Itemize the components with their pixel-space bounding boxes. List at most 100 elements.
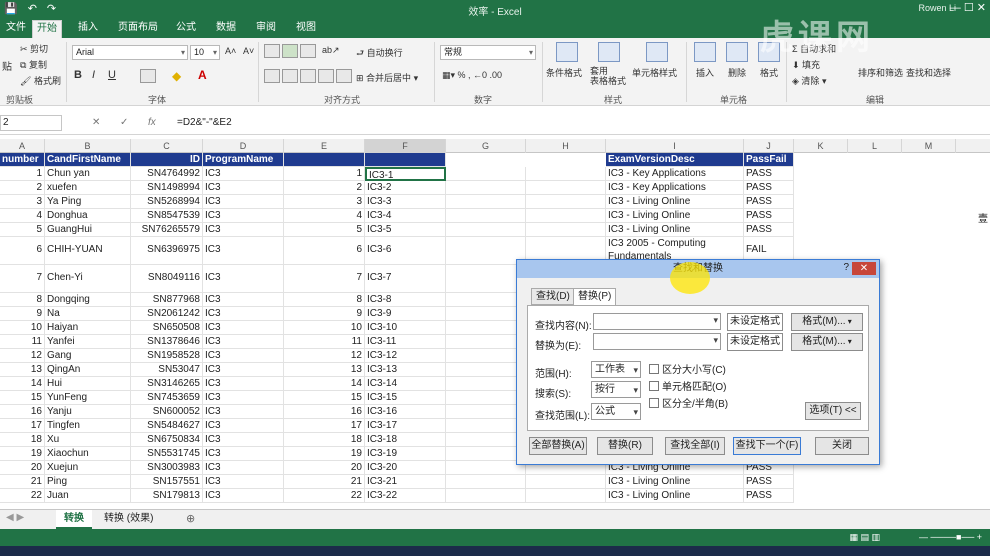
- table-cell[interactable]: 5: [0, 223, 45, 237]
- font-name-select[interactable]: Arial: [72, 45, 188, 60]
- table-cell[interactable]: PASS: [744, 475, 794, 489]
- table-cell[interactable]: [446, 475, 526, 489]
- table-format-icon[interactable]: [598, 42, 620, 62]
- table-cell[interactable]: PASS: [744, 223, 794, 237]
- tab-find[interactable]: 查找(D): [531, 288, 575, 305]
- table-cell[interactable]: SN76265579: [131, 223, 203, 237]
- options-button[interactable]: 选项(T) <<: [805, 402, 861, 420]
- match-case-checkbox[interactable]: 区分大小写(C): [649, 361, 726, 376]
- table-cell[interactable]: IC3-22: [365, 489, 446, 503]
- table-cell[interactable]: [526, 181, 606, 195]
- underline-button[interactable]: U: [108, 69, 116, 81]
- table-cell[interactable]: SN8547539: [131, 209, 203, 223]
- table-cell[interactable]: GuangHui: [45, 223, 131, 237]
- align-center-icon[interactable]: [282, 69, 298, 83]
- column-header[interactable]: L: [848, 139, 902, 153]
- function-icon[interactable]: fx: [148, 117, 156, 128]
- table-cell[interactable]: IC3-6: [365, 237, 446, 265]
- formula-input[interactable]: =D2&"-"&E2: [177, 117, 232, 128]
- tab-view[interactable]: 视图: [292, 20, 320, 38]
- table-cell[interactable]: SN8049116: [131, 265, 203, 293]
- column-header[interactable]: I: [606, 139, 744, 153]
- table-cell[interactable]: [446, 237, 526, 265]
- table-cell[interactable]: Yanju: [45, 405, 131, 419]
- cell-styles-button[interactable]: 单元格样式: [632, 66, 677, 79]
- table-cell[interactable]: Chun yan: [45, 167, 131, 181]
- table-cell[interactable]: IC3-1: [365, 167, 446, 181]
- table-cell[interactable]: IC3-8: [365, 293, 446, 307]
- table-cell[interactable]: 1: [0, 167, 45, 181]
- table-cell[interactable]: SN6396975: [131, 237, 203, 265]
- table-cell[interactable]: IC3-2: [365, 181, 446, 195]
- table-cell[interactable]: [446, 447, 526, 461]
- sheet-tab[interactable]: 转换 (效果): [96, 510, 161, 529]
- table-cell[interactable]: 18: [0, 433, 45, 447]
- table-cell[interactable]: 21: [284, 475, 365, 489]
- tab-file[interactable]: 文件: [2, 20, 30, 38]
- table-cell[interactable]: 20: [0, 461, 45, 475]
- table-cell[interactable]: IC3: [203, 195, 284, 209]
- table-cell[interactable]: Ya Ping: [45, 195, 131, 209]
- table-cell[interactable]: Xiaochun: [45, 447, 131, 461]
- column-header[interactable]: G: [446, 139, 526, 153]
- number-format-icons[interactable]: ▦▾ % , ←0 .00: [442, 70, 502, 81]
- table-cell[interactable]: 11: [284, 335, 365, 349]
- table-cell[interactable]: SN5484627: [131, 419, 203, 433]
- table-cell[interactable]: 9: [0, 307, 45, 321]
- table-cell[interactable]: IC3: [203, 223, 284, 237]
- table-cell[interactable]: 19: [284, 447, 365, 461]
- orientation-icon[interactable]: ab↗: [322, 45, 340, 56]
- table-cell[interactable]: IC3 - Key Applications: [606, 181, 744, 195]
- table-cell[interactable]: 13: [284, 363, 365, 377]
- table-cell[interactable]: Gang: [45, 349, 131, 363]
- insert-cells-button[interactable]: 插入: [696, 66, 714, 79]
- column-header[interactable]: C: [131, 139, 203, 153]
- table-cell[interactable]: [446, 321, 526, 335]
- table-cell[interactable]: PASS: [744, 489, 794, 503]
- header-cell[interactable]: ID: [131, 153, 203, 167]
- font-shrink-button[interactable]: A˅: [243, 46, 254, 56]
- tab-formulas[interactable]: 公式: [172, 20, 200, 38]
- conditional-format-icon[interactable]: [556, 42, 578, 62]
- table-cell[interactable]: [446, 391, 526, 405]
- cell-styles-icon[interactable]: [646, 42, 668, 62]
- zoom-slider-icon[interactable]: — ────■── +: [919, 532, 982, 542]
- table-cell[interactable]: IC3: [203, 335, 284, 349]
- table-cell[interactable]: IC3 - Living Online: [606, 475, 744, 489]
- table-cell[interactable]: IC3-4: [365, 209, 446, 223]
- table-cell[interactable]: [446, 265, 526, 293]
- fill-color-icon[interactable]: ◆: [172, 69, 181, 83]
- table-cell[interactable]: [446, 209, 526, 223]
- table-cell[interactable]: 2: [284, 181, 365, 195]
- table-cell[interactable]: SN1378646: [131, 335, 203, 349]
- find-what-input[interactable]: [593, 313, 721, 330]
- table-cell[interactable]: 3: [284, 195, 365, 209]
- align-top-icon[interactable]: [264, 44, 280, 58]
- replace-with-input[interactable]: [593, 333, 721, 350]
- table-cell[interactable]: 20: [284, 461, 365, 475]
- sheet-tab[interactable]: 转换: [56, 510, 92, 529]
- table-cell[interactable]: IC3: [203, 363, 284, 377]
- table-cell[interactable]: [446, 433, 526, 447]
- enter-icon[interactable]: ✓: [120, 117, 128, 128]
- table-cell[interactable]: PASS: [744, 209, 794, 223]
- table-cell[interactable]: 11: [0, 335, 45, 349]
- table-cell[interactable]: SN5531745: [131, 447, 203, 461]
- table-cell[interactable]: 15: [284, 391, 365, 405]
- font-size-select[interactable]: 10: [190, 45, 220, 60]
- table-cell[interactable]: IC3-3: [365, 195, 446, 209]
- table-cell[interactable]: PASS: [744, 181, 794, 195]
- table-cell[interactable]: SN179813: [131, 489, 203, 503]
- table-cell[interactable]: 7: [284, 265, 365, 293]
- header-cell[interactable]: number: [0, 153, 45, 167]
- table-cell[interactable]: IC3: [203, 447, 284, 461]
- scope-select[interactable]: 工作表: [591, 361, 641, 378]
- table-cell[interactable]: IC3: [203, 377, 284, 391]
- table-cell[interactable]: 4: [284, 209, 365, 223]
- table-cell[interactable]: 8: [284, 293, 365, 307]
- table-cell[interactable]: IC3 - Living Online: [606, 195, 744, 209]
- bold-button[interactable]: B: [74, 69, 82, 81]
- header-cell[interactable]: [284, 153, 365, 167]
- table-cell[interactable]: 22: [0, 489, 45, 503]
- table-cell[interactable]: SN3003983: [131, 461, 203, 475]
